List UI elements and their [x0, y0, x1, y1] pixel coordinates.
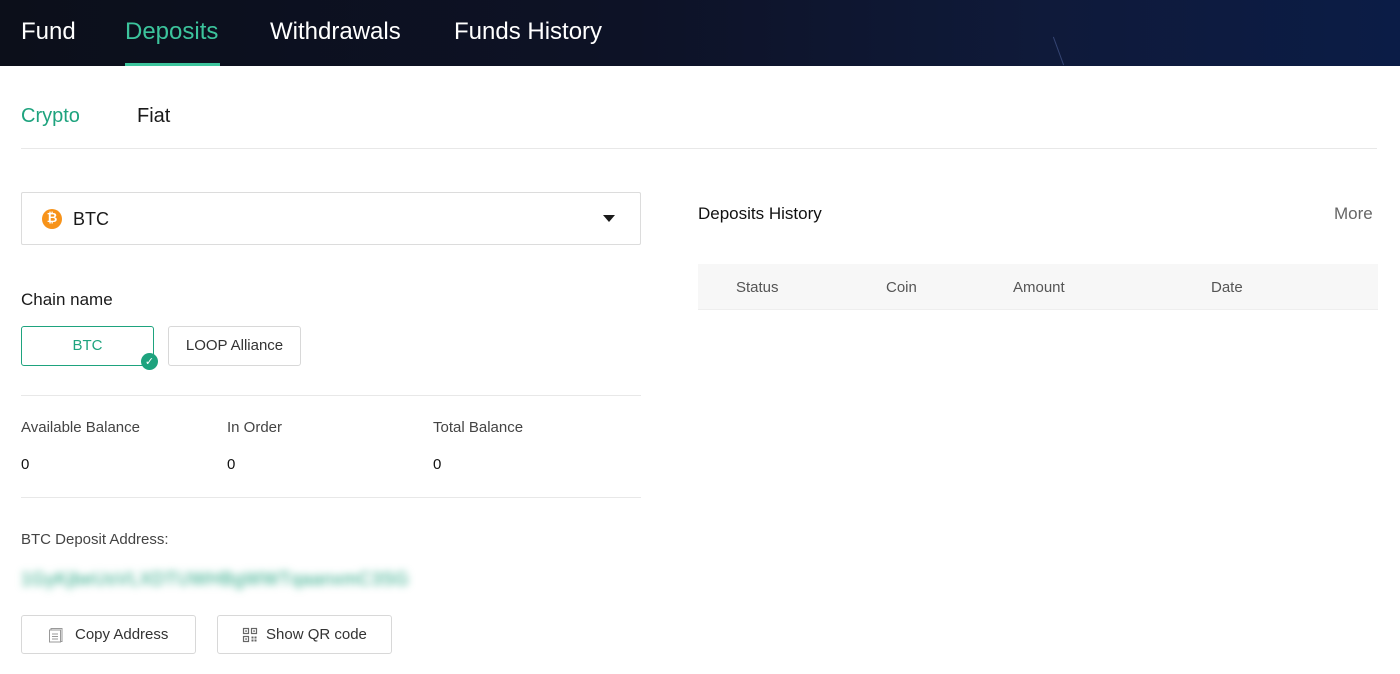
- divider: [21, 497, 641, 498]
- column-coin: Coin: [886, 279, 917, 296]
- bitcoin-icon: ₿: [42, 209, 62, 229]
- top-navigation: Fund Deposits Withdrawals Funds History: [0, 0, 1400, 66]
- available-balance-value: 0: [21, 456, 30, 473]
- chevron-down-icon: [603, 215, 615, 222]
- history-table-header: Status Coin Amount Date: [698, 264, 1378, 310]
- in-order-label: In Order: [227, 419, 283, 436]
- divider: [21, 395, 641, 396]
- qr-code-icon: [242, 627, 258, 643]
- coin-select-dropdown[interactable]: ₿ BTC: [21, 192, 641, 245]
- column-amount: Amount: [1013, 279, 1065, 296]
- available-balance-label: Available Balance: [21, 419, 140, 436]
- in-order-value: 0: [227, 456, 236, 473]
- column-status: Status: [736, 279, 779, 296]
- show-qr-code-button[interactable]: Show QR code: [217, 615, 392, 654]
- chain-option-loop-alliance[interactable]: LOOP Alliance: [168, 326, 301, 366]
- total-balance-value: 0: [433, 456, 442, 473]
- more-link[interactable]: More: [1334, 203, 1373, 225]
- chain-option-label: BTC: [72, 337, 103, 354]
- copy-icon: [49, 628, 63, 643]
- copy-address-button[interactable]: Copy Address: [21, 615, 196, 654]
- total-balance-label: Total Balance: [433, 419, 524, 436]
- tabs-divider: [21, 148, 1377, 149]
- nav-withdrawals[interactable]: Withdrawals: [270, 14, 401, 50]
- decorative-streak: [1052, 36, 1065, 66]
- tab-crypto[interactable]: Crypto: [21, 102, 80, 130]
- selected-coin-label: BTC: [73, 209, 109, 229]
- deposit-address-label: BTC Deposit Address:: [21, 531, 169, 548]
- active-nav-indicator: [125, 63, 220, 66]
- column-date: Date: [1211, 279, 1243, 296]
- chain-option-label: LOOP Alliance: [185, 337, 284, 354]
- nav-deposits[interactable]: Deposits: [125, 14, 218, 50]
- chain-name-label: Chain name: [21, 290, 113, 309]
- deposits-history-title: Deposits History: [698, 204, 822, 223]
- show-qr-code-label: Show QR code: [266, 626, 367, 643]
- deposit-address-value[interactable]: 1GyKjbeUsVLXDTUWHBgWWTqaanxmC3SG: [21, 567, 409, 591]
- check-icon: ✓: [141, 353, 158, 370]
- tab-fiat[interactable]: Fiat: [137, 102, 170, 130]
- copy-address-label: Copy Address: [75, 626, 169, 643]
- chain-option-btc[interactable]: BTC ✓: [21, 326, 158, 370]
- nav-fund[interactable]: Fund: [21, 14, 76, 50]
- nav-funds-history[interactable]: Funds History: [454, 14, 602, 50]
